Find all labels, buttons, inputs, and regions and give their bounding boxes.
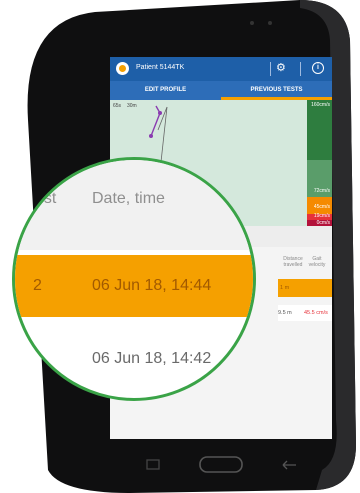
gear-icon[interactable]: ⚙ bbox=[276, 61, 286, 75]
zone-45: 45cm/s bbox=[307, 197, 332, 214]
magnifier-lens: est Date, time 2 06 Jun 18, 14:44 06 Jun… bbox=[12, 157, 256, 401]
divider bbox=[270, 62, 271, 76]
gait-column-header: Gait velocity bbox=[308, 256, 326, 268]
test-number-cell: 2 bbox=[33, 277, 42, 294]
tab-bar: EDIT PROFILE PREVIOUS TESTS bbox=[110, 81, 332, 100]
distance-cell: 1 m bbox=[280, 285, 290, 291]
velocity-cell: 45.5 cm/s bbox=[304, 310, 328, 316]
velocity-series-line bbox=[150, 105, 161, 137]
data-point[interactable] bbox=[158, 111, 162, 115]
info-icon[interactable]: i bbox=[312, 62, 324, 74]
zone-160: 160cm/s bbox=[307, 100, 332, 160]
divider bbox=[300, 62, 301, 76]
app-logo bbox=[116, 62, 129, 75]
date-cell: 06 Jun 18, 14:44 bbox=[92, 277, 212, 294]
zone-72: 72cm/s bbox=[307, 160, 332, 197]
zone-0: 0cm/s bbox=[307, 220, 332, 226]
tab-edit-profile[interactable]: EDIT PROFILE bbox=[110, 81, 221, 100]
data-point[interactable] bbox=[149, 134, 153, 138]
test-column-header: est bbox=[35, 190, 57, 207]
table-row-selected[interactable]: 2 06 Jun 18, 14:44 bbox=[15, 255, 253, 317]
distance-column-header: Distance travelled bbox=[283, 256, 303, 268]
distance-cell: 9.5 m bbox=[278, 310, 292, 316]
app-bar: Patient 5144TK ⚙ i bbox=[110, 57, 332, 81]
patient-name: Patient 5144TK bbox=[136, 64, 185, 71]
date-column-header: Date, time bbox=[92, 190, 165, 207]
date-cell: 06 Jun 18, 14:42 bbox=[92, 350, 212, 367]
table-header: est Date, time bbox=[15, 160, 253, 250]
